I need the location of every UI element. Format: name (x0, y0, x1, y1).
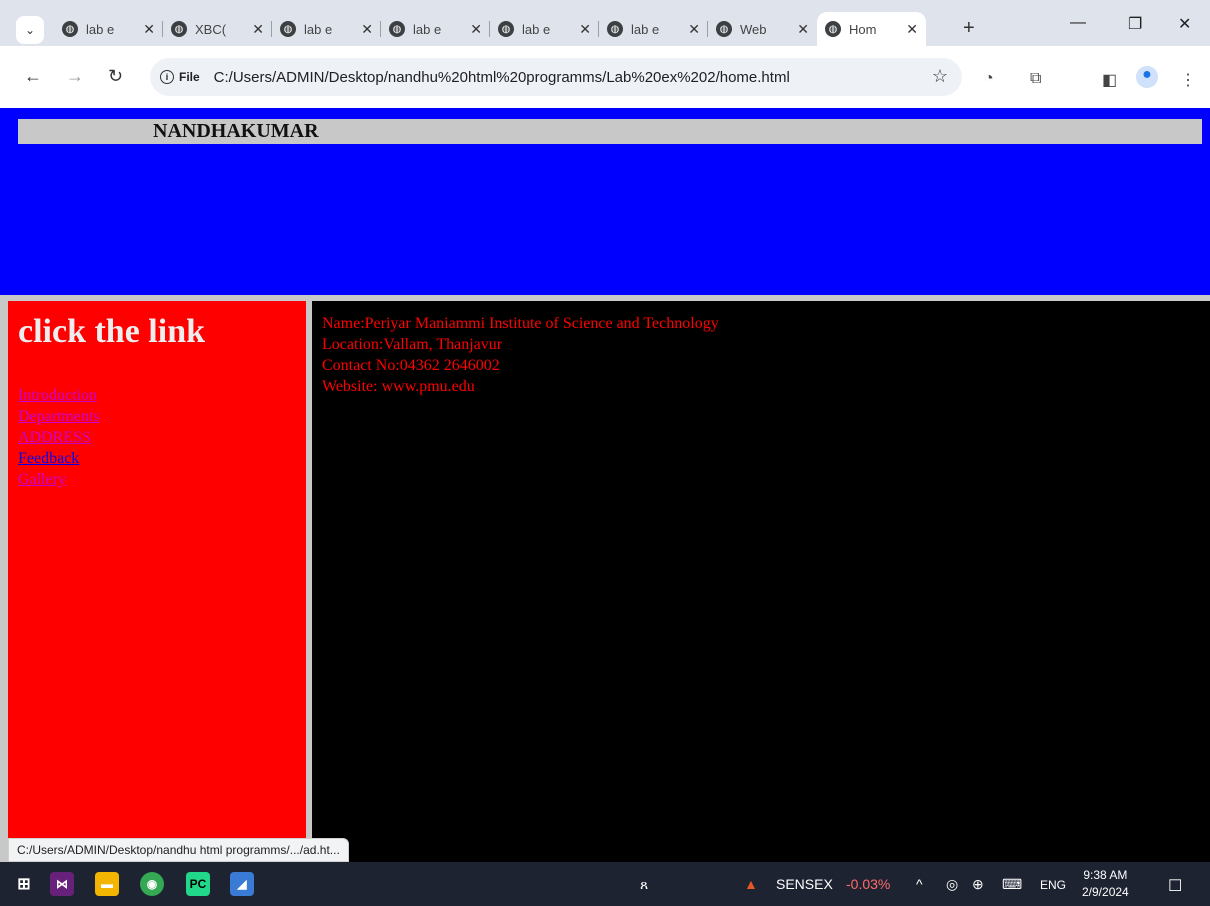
content-frame: Name:Periyar Maniammi Institute of Scien… (312, 301, 1210, 862)
puzzle-icon[interactable]: ⧉ (1030, 70, 1041, 88)
link-address[interactable]: ADDRESS (18, 429, 91, 446)
banner-name: NANDHAKUMAR (153, 120, 319, 142)
tab-title: lab e (86, 21, 115, 37)
tab-title: XBC( (195, 21, 227, 37)
keyboard-icon[interactable]: ⌨ (1002, 876, 1022, 893)
link-gallery[interactable]: Gallery (18, 471, 66, 488)
forward-icon[interactable]: → (66, 66, 84, 87)
app-icon[interactable]: ◢ (230, 872, 254, 896)
tab-list: ◍ lab e ✕ ◍ XBC( ✕ ◍ lab e ✕ ◍ lab e ✕ ◍ lab e ✕ ◍… (54, 12, 926, 46)
reload-icon[interactable]: ↻ (108, 66, 123, 87)
globe-icon: ◍ (716, 21, 732, 37)
nav-item-gallery: Gallery (18, 469, 100, 490)
close-icon[interactable]: ✕ (143, 21, 155, 38)
window-close-icon[interactable]: ✕ (1178, 14, 1191, 34)
tab-title: Web (740, 21, 767, 37)
new-tab-button[interactable]: + (963, 17, 975, 40)
close-icon[interactable]: ✕ (688, 21, 700, 38)
page-viewport: NANDHAKUMAR click the link Introduction … (0, 108, 1210, 862)
site-info-chip[interactable]: i File (160, 70, 200, 84)
windows-start-icon[interactable]: ⊞ (12, 872, 36, 896)
close-icon[interactable]: ✕ (470, 21, 482, 38)
globe-icon: ◍ (171, 21, 187, 37)
close-icon[interactable]: ✕ (906, 21, 918, 38)
tab-title: lab e (522, 21, 551, 37)
minimize-icon[interactable]: — (1070, 14, 1086, 32)
notification-icon[interactable]: ☐ (1168, 876, 1182, 896)
sidepanel-icon[interactable]: ◧ (1102, 70, 1117, 90)
nav-item-feedback: Feedback (18, 448, 100, 469)
device-icon[interactable]: ◎ (946, 876, 958, 893)
profile-avatar[interactable]: ● (1136, 66, 1158, 88)
tab-strip: ⌄ ◍ lab e ✕ ◍ XBC( ✕ ◍ lab e ✕ ◍ lab e ✕ ◍ lab e ✕… (0, 0, 1210, 46)
tab-active[interactable]: ◍ Hom ✕ (817, 12, 926, 46)
clock-time: 9:38 AM (1083, 868, 1128, 882)
status-bubble: C:/Users/ADMIN/Desktop/nandhu html progr… (8, 838, 349, 862)
network-icon[interactable]: ⊕ (972, 876, 984, 893)
link-feedback[interactable]: Feedback (18, 450, 79, 467)
globe-icon: ◍ (607, 21, 623, 37)
clock-date: 2/9/2024 (1082, 885, 1129, 899)
nav-item-address: ADDRESS (18, 427, 100, 448)
nav-links: Introduction Departments ADDRESS Feedbac… (18, 385, 100, 490)
link-departments[interactable]: Departments (18, 408, 100, 425)
info-name: Name:Periyar Maniammi Institute of Scien… (322, 315, 719, 332)
tab-title: lab e (304, 21, 333, 37)
tab-title: Hom (849, 21, 877, 37)
language-indicator[interactable]: ENG (1040, 878, 1066, 892)
left-nav-frame: click the link Introduction Departments … (8, 301, 306, 862)
nav-item-introduction: Introduction (18, 385, 100, 406)
close-icon[interactable]: ✕ (361, 21, 373, 38)
people-icon[interactable]: ጸ (640, 876, 648, 893)
tab[interactable]: ◍ Web ✕ (708, 12, 817, 46)
chrome-icon[interactable]: ◉ (140, 872, 164, 896)
bookmark-star-icon[interactable]: ☆ (932, 66, 948, 87)
tab[interactable]: ◍ lab e ✕ (490, 12, 599, 46)
stock-chart-icon[interactable]: ▲ (744, 876, 758, 892)
visual-studio-icon[interactable]: ⋈ (50, 872, 74, 896)
info-website: Website: www.pmu.edu (322, 378, 475, 395)
nav-heading: click the link (18, 313, 206, 350)
globe-icon: ◍ (389, 21, 405, 37)
tab-title: lab e (413, 21, 442, 37)
menu-kebab-icon[interactable]: ⋮ (1180, 70, 1196, 90)
info-location: Location:Vallam, Thanjavur (322, 336, 503, 353)
address-bar[interactable]: i File C:/Users/ADMIN/Desktop/nandhu%20ht… (150, 58, 962, 96)
restore-icon[interactable]: ❐ (1128, 14, 1142, 34)
sensex-label[interactable]: SENSEX (776, 876, 833, 892)
globe-icon: ◍ (280, 21, 296, 37)
info-contact: Contact No:04362 2646002 (322, 357, 500, 374)
nav-item-departments: Departments (18, 406, 100, 427)
close-icon[interactable]: ✕ (252, 21, 264, 38)
file-explorer-icon[interactable]: ▬ (95, 872, 119, 896)
tab[interactable]: ◍ lab e ✕ (54, 12, 163, 46)
extension-icon[interactable]: ◔ (984, 70, 994, 88)
tab[interactable]: ◍ lab e ✕ (599, 12, 708, 46)
browser-toolbar: ← → ↻ i File C:/Users/ADMIN/Desktop/nandh… (0, 46, 1210, 108)
globe-icon: ◍ (62, 21, 78, 37)
tab[interactable]: ◍ XBC( ✕ (163, 12, 272, 46)
close-icon[interactable]: ✕ (797, 21, 809, 38)
site-info-label: File (179, 70, 200, 84)
globe-icon: ◍ (825, 21, 841, 37)
tab-search-button[interactable]: ⌄ (16, 16, 44, 44)
top-banner-frame: NANDHAKUMAR (0, 108, 1210, 295)
tab[interactable]: ◍ lab e ✕ (272, 12, 381, 46)
clock[interactable]: 9:38 AM 2/9/2024 (1082, 867, 1129, 901)
address-info: Name:Periyar Maniammi Institute of Scien… (322, 313, 719, 397)
tab-title: lab e (631, 21, 660, 37)
name-bar: NANDHAKUMAR (18, 119, 1202, 144)
globe-icon: ◍ (498, 21, 514, 37)
tab[interactable]: ◍ lab e ✕ (381, 12, 490, 46)
link-introduction[interactable]: Introduction (18, 387, 97, 404)
url-text[interactable]: C:/Users/ADMIN/Desktop/nandhu%20html%20p… (214, 69, 790, 86)
pycharm-icon[interactable]: PC (186, 872, 210, 896)
chevron-up-icon[interactable]: ^ (916, 876, 923, 892)
taskbar: ⊞ ⋈ ▬ ◉ PC ◢ ጸ ▲ SENSEX -0.03% ^ ◎ ⊕ ⌨ E… (0, 862, 1210, 906)
back-icon[interactable]: ← (24, 66, 42, 87)
sensex-value: -0.03% (846, 876, 891, 892)
info-icon: i (160, 70, 174, 84)
close-icon[interactable]: ✕ (579, 21, 591, 38)
